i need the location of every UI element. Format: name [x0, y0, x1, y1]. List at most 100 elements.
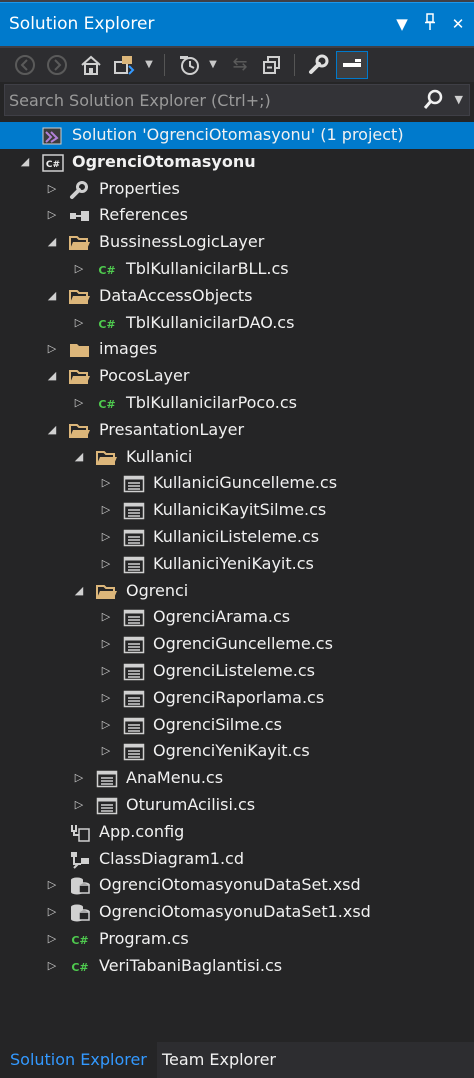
tree-row[interactable]: ▷ KullaniciYeniKayit.cs [0, 551, 474, 578]
svg-text:C#: C# [98, 318, 115, 331]
tree-row[interactable]: ClassDiagram1.cd [0, 846, 474, 873]
tree-row-label: TblKullanicilarPoco.cs [126, 393, 297, 412]
collapsed-chevron-icon[interactable]: ▷ [72, 797, 86, 813]
tree-row[interactable]: ▷ KullaniciListeleme.cs [0, 524, 474, 551]
tree-row[interactable]: ▷ OgrenciSilme.cs [0, 712, 474, 739]
collapsed-chevron-icon[interactable]: ▷ [99, 556, 113, 572]
tree-row-label: OgrenciListeleme.cs [153, 661, 315, 680]
tree-row-label: OgrenciOtomasyonu [72, 151, 256, 171]
tree-row[interactable]: ◢ PresantationLayer [0, 417, 474, 444]
tree-row[interactable]: ◢ BussinessLogicLayer [0, 229, 474, 256]
collapsed-chevron-icon[interactable]: ▷ [99, 690, 113, 706]
form-icon [123, 474, 145, 494]
search-icon[interactable] [423, 89, 443, 111]
sync-with-active-document-icon[interactable] [110, 51, 138, 79]
tree-row[interactable]: ▷ OgrenciArama.cs [0, 604, 474, 631]
form-icon [123, 608, 145, 628]
collapsed-chevron-icon[interactable]: ▷ [99, 636, 113, 652]
sync-arrows-icon[interactable]: ⇆ [226, 51, 254, 79]
tab-team-explorer[interactable]: Team Explorer [152, 1042, 286, 1078]
tree-row[interactable]: ▷ OgrenciRaporlama.cs [0, 685, 474, 712]
tree-row[interactable]: ◢ Ogrenci [0, 578, 474, 605]
collapsed-chevron-icon[interactable]: ▷ [99, 502, 113, 518]
tree-row[interactable]: ◢ DataAccessObjects [0, 283, 474, 310]
sync-dropdown-chevron-down-icon[interactable]: ▼ [142, 51, 156, 79]
tree-row[interactable]: ▷ OturumAcilisi.cs [0, 792, 474, 819]
forward-icon[interactable] [44, 51, 70, 79]
collapse-all-icon[interactable] [258, 51, 286, 79]
tree-row-label: KullaniciGuncelleme.cs [153, 473, 338, 493]
folder-open-icon [69, 421, 90, 441]
collapsed-chevron-icon[interactable]: ▷ [99, 663, 113, 679]
properties-wrench-icon[interactable] [304, 51, 332, 79]
expanded-chevron-icon[interactable]: ◢ [18, 154, 32, 170]
expanded-chevron-icon[interactable]: ◢ [72, 583, 86, 599]
collapsed-chevron-icon[interactable]: ▷ [45, 181, 59, 197]
tree-row[interactable]: ▷ C# TblKullanicilarPoco.cs [0, 390, 474, 417]
tree-row[interactable]: ▷ KullaniciKayitSilme.cs [0, 497, 474, 524]
collapsed-chevron-icon[interactable]: ▷ [72, 395, 86, 411]
preview-selected-items-icon[interactable] [336, 51, 368, 79]
class-diagram-icon [69, 850, 89, 870]
tree-row-label: OgrenciYeniKayit.cs [153, 741, 310, 761]
pin-icon[interactable] [420, 13, 440, 35]
tree-row[interactable]: ▷ OgrenciOtomasyonuDataSet.xsd [0, 872, 474, 899]
tree-row[interactable]: ▷ References [0, 202, 474, 229]
collapsed-chevron-icon[interactable]: ▷ [45, 931, 59, 947]
pending-changes-filter-icon[interactable] [176, 51, 204, 79]
collapsed-chevron-icon[interactable]: ▷ [45, 877, 59, 893]
tree-row[interactable]: App.config [0, 819, 474, 846]
tree-row-label: OgrenciOtomasyonuDataSet.xsd [99, 875, 361, 895]
collapsed-chevron-icon[interactable]: ▷ [45, 958, 59, 974]
tree-row[interactable]: ▷ C# TblKullanicilarBLL.cs [0, 256, 474, 283]
tree-row[interactable]: ▷ images [0, 336, 474, 363]
search-input[interactable] [9, 87, 419, 113]
dataset-icon [69, 876, 90, 896]
tree-row[interactable]: ▷ AnaMenu.cs [0, 765, 474, 792]
window-menu-chevron-down-icon[interactable]: ▼ [392, 13, 412, 35]
expanded-chevron-icon[interactable]: ◢ [72, 449, 86, 465]
tree-row[interactable]: ▷ OgrenciListeleme.cs [0, 658, 474, 685]
collapsed-chevron-icon[interactable]: ▷ [99, 743, 113, 759]
collapsed-chevron-icon[interactable]: ▷ [72, 261, 86, 277]
tree-row[interactable]: ◢ Kullanici [0, 444, 474, 471]
tree-row-label: Program.cs [99, 929, 189, 948]
tree-row[interactable]: ▷ C# Program.cs [0, 926, 474, 953]
collapsed-chevron-icon[interactable]: ▷ [45, 207, 59, 223]
form-icon [123, 662, 145, 682]
filter-dropdown-chevron-down-icon[interactable]: ▼ [206, 51, 220, 79]
tree-row[interactable]: ▷ KullaniciGuncelleme.cs [0, 470, 474, 497]
expanded-chevron-icon[interactable]: ◢ [45, 368, 59, 384]
collapsed-chevron-icon[interactable]: ▷ [99, 609, 113, 625]
tree-row[interactable]: ▷ Properties [0, 176, 474, 203]
svg-text:C#: C# [46, 160, 60, 170]
tree-row[interactable]: ◢ C# OgrenciOtomasyonu [0, 149, 474, 176]
home-icon[interactable] [78, 51, 104, 79]
back-icon[interactable] [12, 51, 38, 79]
collapsed-chevron-icon[interactable]: ▷ [99, 717, 113, 733]
collapsed-chevron-icon[interactable]: ▷ [99, 475, 113, 491]
expanded-chevron-icon[interactable]: ◢ [45, 422, 59, 438]
tree-row[interactable]: ◢ PocosLayer [0, 363, 474, 390]
tree-row[interactable]: ▷ OgrenciGuncelleme.cs [0, 631, 474, 658]
tree-row-label: References [99, 205, 188, 225]
collapsed-chevron-icon[interactable]: ▷ [99, 529, 113, 545]
collapsed-chevron-icon[interactable]: ▷ [45, 341, 59, 357]
search-options-chevron-down-icon[interactable]: ▼ [455, 90, 463, 110]
tab-solution-explorer[interactable]: Solution Explorer [0, 1042, 157, 1078]
collapsed-chevron-icon[interactable]: ▷ [45, 904, 59, 920]
tree-row[interactable]: ▷ C# TblKullanicilarDAO.cs [0, 310, 474, 337]
tree-row[interactable]: ▷ OgrenciOtomasyonuDataSet1.xsd [0, 899, 474, 926]
tree-row-label: Solution 'OgrenciOtomasyonu' (1 project) [72, 125, 404, 144]
tree-row[interactable]: ▷ C# VeriTabaniBaglantisi.cs [0, 953, 474, 980]
tree-row[interactable]: Solution 'OgrenciOtomasyonu' (1 project) [0, 122, 474, 149]
tree-row-label: Kullanici [126, 446, 193, 466]
tree-row-label: VeriTabaniBaglantisi.cs [99, 955, 283, 975]
collapsed-chevron-icon[interactable]: ▷ [72, 770, 86, 786]
tree-row[interactable]: ▷ OgrenciYeniKayit.cs [0, 738, 474, 765]
expanded-chevron-icon[interactable]: ◢ [45, 234, 59, 250]
form-icon [123, 689, 145, 709]
collapsed-chevron-icon[interactable]: ▷ [72, 315, 86, 331]
close-icon[interactable]: ✕ [448, 13, 468, 35]
expanded-chevron-icon[interactable]: ◢ [45, 288, 59, 304]
